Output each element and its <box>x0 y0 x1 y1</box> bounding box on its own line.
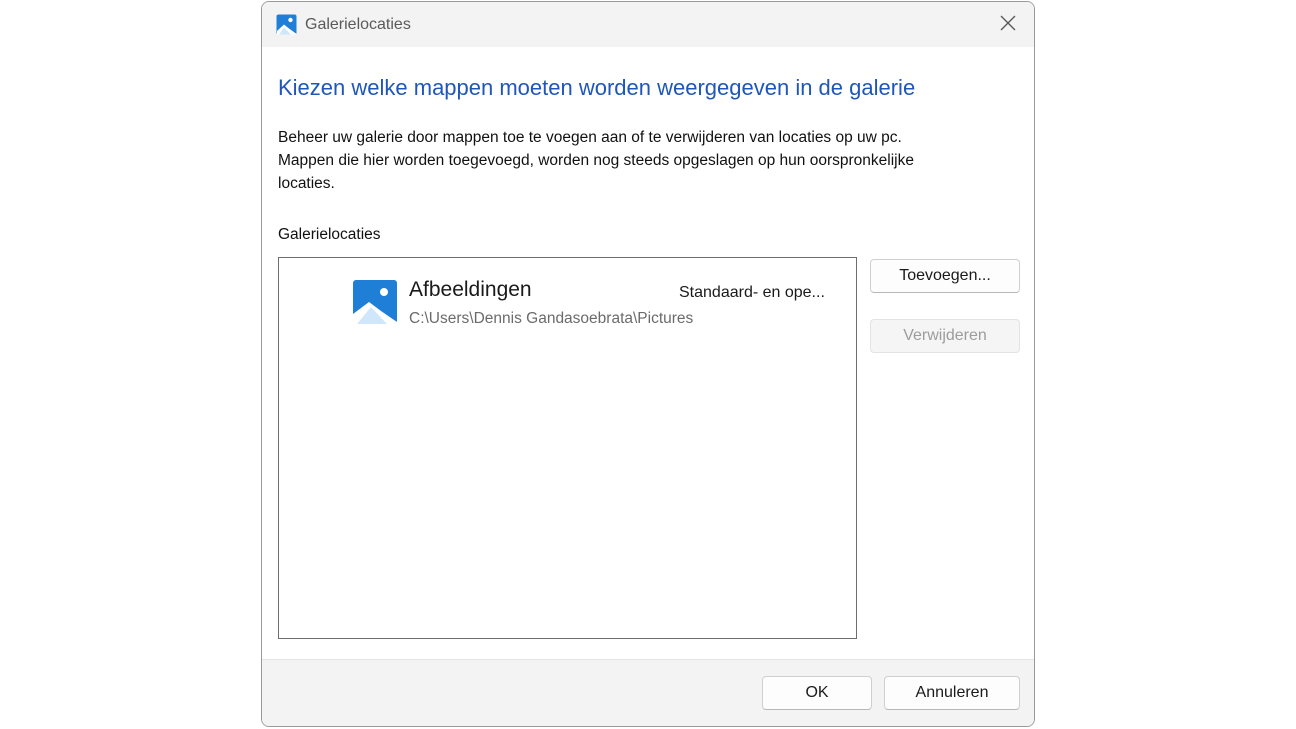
list-item[interactable]: Afbeeldingen C:\Users\Dennis Gandasoebra… <box>353 276 843 332</box>
add-button[interactable]: Toevoegen... <box>870 259 1020 293</box>
pictures-folder-icon <box>353 280 397 324</box>
location-path: C:\Users\Dennis Gandasoebrata\Pictures <box>409 310 694 327</box>
close-icon <box>1000 15 1016 36</box>
description-line: locaties. <box>278 175 335 192</box>
description-line: Mappen die hier worden toegevoegd, worde… <box>278 152 914 169</box>
dialog-description: Beheer uw galerie door mappen toe te voe… <box>278 126 1026 195</box>
close-button[interactable] <box>990 8 1026 42</box>
description-line: Beheer uw galerie door mappen toe te voe… <box>278 129 902 146</box>
location-name: Afbeeldingen <box>409 278 532 301</box>
window-title: Galerielocaties <box>305 16 411 33</box>
dialog-footer: OK Annuleren <box>262 659 1034 726</box>
cancel-button[interactable]: Annuleren <box>884 676 1020 710</box>
locations-list[interactable]: Afbeeldingen C:\Users\Dennis Gandasoebra… <box>278 257 857 639</box>
dialog-heading: Kiezen welke mappen moeten worden weerge… <box>278 75 916 100</box>
ok-button[interactable]: OK <box>762 676 872 710</box>
title-bar: Galerielocaties <box>262 2 1034 47</box>
gallery-locations-dialog: Galerielocaties Kiezen welke mappen moet… <box>261 1 1035 727</box>
location-status: Standaard- en ope... <box>679 284 825 301</box>
locations-list-label: Galerielocaties <box>278 226 381 243</box>
remove-button[interactable]: Verwijderen <box>870 319 1020 353</box>
gallery-icon <box>276 14 297 35</box>
